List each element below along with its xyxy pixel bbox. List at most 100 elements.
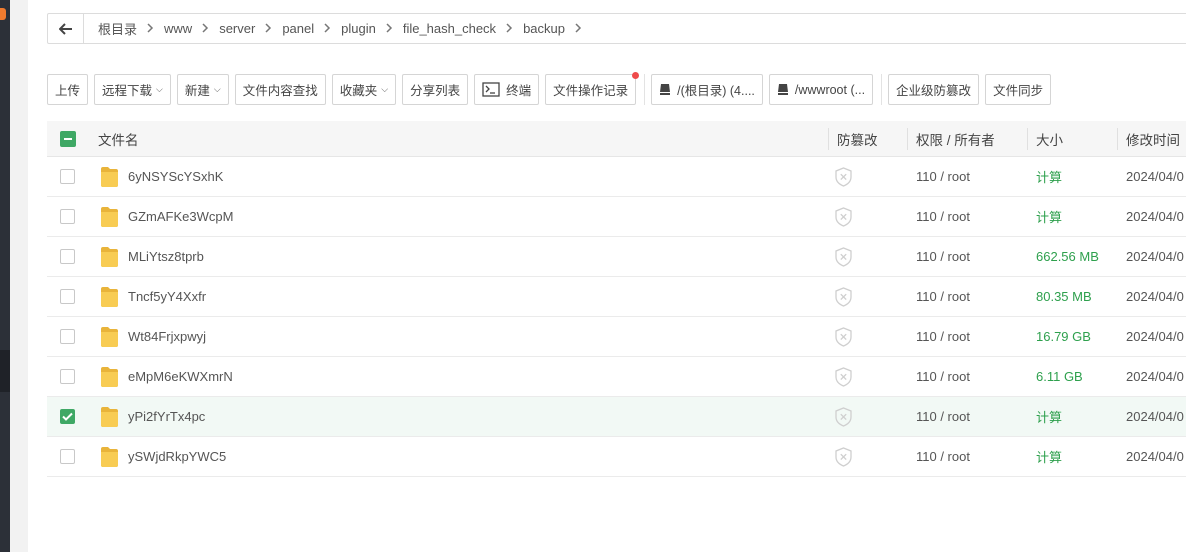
disk-root-button[interactable]: /(根目录) (4.... [651,74,763,105]
nav-active-marker [0,8,6,20]
terminal-label: 终端 [506,84,532,98]
modified-time: 2024/04/0 [1126,409,1184,424]
operation-log-button[interactable]: 文件操作记录 [545,72,640,105]
permission-owner[interactable]: 110 / root [916,197,970,236]
disk-wwwroot-label: /wwwroot (... [794,82,866,97]
shield-off-icon[interactable] [835,157,852,196]
shield-off-icon[interactable] [835,317,852,356]
content-search-label: 文件内容查找 [242,84,318,98]
new-button[interactable]: 新建 ⌵ [176,74,229,105]
row-checkbox[interactable] [60,289,75,304]
breadcrumb-item[interactable]: file_hash_check [397,21,502,36]
file-name-link[interactable]: 6yNSYScYSxhK [128,169,223,184]
file-sync-button[interactable]: 文件同步 [985,74,1052,105]
table-row[interactable]: GZmAFKe3WcpM 110 / root 计算 2024/04/0 [47,197,1186,237]
file-name-link[interactable]: yPi2fYrTx4pc [128,409,205,424]
path-bar: 根目录 www server panel plugin file_hash_check ba… [47,13,1186,44]
table-row[interactable]: Tncf5yY4Xxfr 110 / root 80.35 MB 2024/04/0 [47,277,1186,317]
content-search-button[interactable]: 文件内容查找 [234,74,326,105]
chevron-right-icon[interactable] [198,22,213,36]
share-list-button[interactable]: 分享列表 [402,74,469,105]
calculate-size-link[interactable]: 计算 [1036,157,1062,196]
folder-icon [98,286,128,308]
permission-owner[interactable]: 110 / root [916,437,970,476]
file-name-cell: Wt84Frjxpwyj [98,317,206,356]
row-checkbox[interactable] [60,169,75,184]
file-toolbar: 上传 远程下载 ⌵ 新建 ⌵ 文件内容查找 收藏夹 ⌵ 分享列表 终端 文件操作记录 … [47,72,1057,105]
shield-off-icon[interactable] [835,237,852,276]
size-value: 662.56 MB [1036,249,1099,264]
row-check-cell [60,277,75,316]
file-name-link[interactable]: eMpM6eKWXmrN [128,369,233,384]
row-checkbox[interactable] [60,369,75,384]
row-checkbox[interactable] [60,329,75,344]
permission-owner[interactable]: 110 / root [916,397,970,436]
table-row[interactable]: yPi2fYrTx4pc 110 / root 计算 2024/04/0 [47,397,1186,437]
breadcrumb-item[interactable]: server [213,21,261,36]
shield-off-icon[interactable] [835,437,852,476]
modified-time: 2024/04/0 [1126,369,1184,384]
file-name-link[interactable]: MLiYtsz8tprb [128,249,204,264]
table-row[interactable]: 6yNSYScYSxhK 110 / root 计算 2024/04/0 [47,157,1186,197]
select-all-checkbox[interactable] [60,130,76,147]
disk-wwwroot-button[interactable]: /wwwroot (... [768,74,874,105]
file-name-link[interactable]: GZmAFKe3WcpM [128,209,233,224]
chevron-right-icon[interactable] [320,22,335,36]
remote-download-button[interactable]: 远程下载 ⌵ [94,74,171,105]
chevron-right-icon[interactable] [143,22,158,36]
file-name-cell: eMpM6eKWXmrN [98,357,233,396]
shield-off-icon[interactable] [835,277,852,316]
calculate-size-link[interactable]: 计算 [1036,397,1062,436]
shield-off-icon[interactable] [835,397,852,436]
permission-owner[interactable]: 110 / root [916,277,970,316]
permission-owner[interactable]: 110 / root [916,317,970,356]
favorites-button[interactable]: 收藏夹 ⌵ [331,74,397,105]
permission-owner[interactable]: 110 / root [916,357,970,396]
breadcrumb-item[interactable]: panel [276,21,320,36]
shield-off-icon[interactable] [835,197,852,236]
calculate-size-link[interactable]: 计算 [1036,197,1062,236]
table-row[interactable]: Wt84Frjxpwyj 110 / root 16.79 GB 2024/04/0 [47,317,1186,357]
chevron-right-icon[interactable] [502,22,517,36]
disk-icon [777,83,789,96]
terminal-button[interactable]: 终端 [474,74,540,105]
share-list-label: 分享列表 [410,84,461,98]
header-name[interactable]: 文件名 [98,121,139,156]
file-name-cell: Tncf5yY4Xxfr [98,277,206,316]
table-header: 文件名 防篡改 权限 / 所有者 大小 修改时间 [47,121,1186,157]
breadcrumb-item[interactable]: backup [517,21,571,36]
row-check-cell [60,437,75,476]
breadcrumb-item[interactable]: www [158,21,198,36]
file-name-link[interactable]: ySWjdRkpYWC5 [128,449,226,464]
column-divider [828,128,829,150]
back-button[interactable] [48,14,84,43]
header-size[interactable]: 大小 [1036,121,1063,156]
file-table: 文件名 防篡改 权限 / 所有者 大小 修改时间 6yNSYScYSxhK 110… [47,121,1186,477]
file-name-link[interactable]: Tncf5yY4Xxfr [128,289,206,304]
row-checkbox[interactable] [60,209,75,224]
file-name-cell: MLiYtsz8tprb [98,237,204,276]
table-body: 6yNSYScYSxhK 110 / root 计算 2024/04/0 GZmAFKe… [47,157,1186,477]
chevron-right-icon[interactable] [571,22,586,36]
row-checkbox[interactable] [60,449,75,464]
file-name-link[interactable]: Wt84Frjxpwyj [128,329,206,344]
calculate-size-link[interactable]: 计算 [1036,437,1062,476]
shield-off-icon[interactable] [835,357,852,396]
row-checkbox[interactable] [60,409,75,424]
upload-button[interactable]: 上传 [47,74,89,105]
column-divider [907,128,908,150]
enterprise-protect-button[interactable]: 企业级防篡改 [888,74,980,105]
breadcrumb-item[interactable]: 根目录 [92,19,143,38]
favorites-label: 收藏夹 [339,84,378,98]
breadcrumb-item[interactable]: plugin [335,21,382,36]
table-row[interactable]: ySWjdRkpYWC5 110 / root 计算 2024/04/0 [47,437,1186,477]
table-row[interactable]: eMpM6eKWXmrN 110 / root 6.11 GB 2024/04/0 [47,357,1186,397]
header-modified-time[interactable]: 修改时间 [1126,121,1180,156]
permission-owner[interactable]: 110 / root [916,157,970,196]
chevron-right-icon[interactable] [261,22,276,36]
row-checkbox[interactable] [60,249,75,264]
permission-owner[interactable]: 110 / root [916,237,970,276]
folder-icon [98,446,128,468]
table-row[interactable]: MLiYtsz8tprb 110 / root 662.56 MB 2024/04/0 [47,237,1186,277]
chevron-right-icon[interactable] [382,22,397,36]
